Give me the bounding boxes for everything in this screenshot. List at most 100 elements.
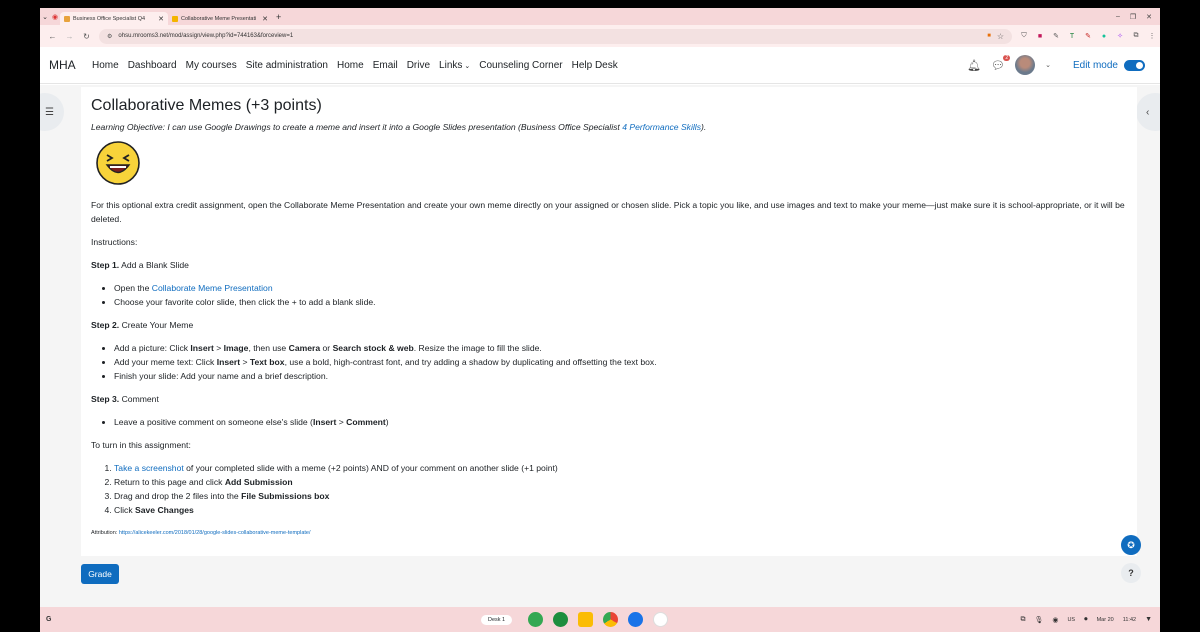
close-tab-icon[interactable]: ✕ [158, 15, 164, 23]
nav-my-courses[interactable]: My courses [186, 60, 237, 71]
turn-in-list: Take a screenshot of your completed slid… [114, 461, 1127, 517]
course-index-toggle[interactable]: ☰ [40, 93, 64, 131]
chrome-app-icon[interactable] [603, 612, 619, 627]
seg: Add a picture: Click [114, 343, 191, 353]
tab-search-icon[interactable]: ⌄ [40, 13, 50, 21]
performance-skills-link[interactable]: 4 Performance Skills [622, 122, 701, 132]
url-text[interactable]: ohsu.mrooms3.net/mod/assign/view.php?id=… [118, 33, 981, 39]
assignment-content: Collaborative Memes (+3 points) Learning… [81, 87, 1137, 556]
play-store-app-icon[interactable] [653, 612, 669, 627]
marker-icon[interactable]: ✎ [1084, 32, 1092, 40]
messages-icon[interactable]: 💬︎ 2 [991, 54, 1011, 72]
user-area: 🔔︎ 💬︎ 2 ⌄ Edit mode [967, 54, 1160, 75]
help-button[interactable]: ? [1121, 563, 1141, 583]
forward-icon[interactable]: → [61, 32, 78, 41]
screen-capture-icon[interactable]: ◉ [1052, 616, 1058, 624]
seg: of your completed slide with a meme (+2 … [183, 463, 558, 473]
tab-business-office[interactable]: Business Office Specialist Q4 ✕ [60, 12, 168, 25]
attribution: Attribution: https://alicekeeler.com/201… [91, 526, 1127, 540]
nav-email[interactable]: Email [373, 60, 398, 71]
avatar[interactable] [1015, 55, 1036, 75]
step-1-item-1-text: Open the [114, 283, 152, 293]
network-icon[interactable]: ⏺ [1084, 616, 1088, 624]
seg-bold: Comment [346, 417, 386, 427]
list-item: Add your meme text: Click Insert > Text … [114, 355, 1127, 369]
nav-site-administration[interactable]: Site administration [246, 60, 328, 71]
desk-switcher[interactable]: Desk 1 [481, 614, 513, 625]
edit-mode-switch[interactable] [1124, 59, 1145, 71]
recording-icon[interactable]: ◉ [50, 13, 60, 21]
nav-links-label: Links [439, 59, 463, 71]
list-item: Choose your favorite color slide, then c… [114, 295, 1127, 309]
step-1-list: Open the Collaborate Meme Presentation C… [114, 281, 1127, 309]
wifi-icon[interactable]: ▼ [1145, 616, 1152, 623]
objective-suffix: ). [701, 122, 707, 132]
phone-app-icon[interactable] [528, 612, 544, 627]
puzzle-icon[interactable]: ⧉ [1132, 32, 1140, 40]
clipboard-icon[interactable]: ⧉ [1020, 616, 1025, 624]
bookmark-star-icon[interactable]: ☆ [997, 32, 1004, 41]
launcher-icon[interactable]: G [46, 616, 56, 623]
site-brand[interactable]: MHA [49, 58, 92, 72]
tab-meme-presentation[interactable]: Collaborative Meme Presentati ✕ [168, 12, 272, 25]
pen-icon[interactable]: ✎ [1052, 32, 1060, 40]
minimize-icon[interactable]: – [1116, 13, 1120, 21]
nav-help-desk[interactable]: Help Desk [572, 60, 618, 71]
close-tab-icon[interactable]: ✕ [262, 15, 268, 23]
nav-links-dropdown[interactable]: Links ⌄ [439, 60, 470, 71]
user-menu-chevron-icon[interactable]: ⌄ [1045, 61, 1051, 69]
date[interactable]: Mar 20 [1097, 617, 1114, 623]
seg-bold: Add Submission [224, 477, 293, 487]
os-shelf: G Desk 1 ⧉ 🎙︎ ◉ US ⏺ Mar 20 11:42 ▼ [40, 607, 1160, 632]
step-1-heading: Step 1. Add a Blank Slide [91, 258, 1127, 272]
attribution-link[interactable]: https://alicekeeler.com/2018/01/28/googl… [119, 530, 311, 536]
list-item: Drag and drop the 2 files into the File … [114, 489, 1127, 503]
site-info-icon[interactable]: ⚙ [107, 33, 112, 40]
seg-bold: File Submissions box [241, 491, 330, 501]
step-1-label: Step 1. [91, 260, 120, 270]
restore-icon[interactable]: ❐ [1130, 13, 1136, 21]
page-title: Collaborative Memes (+3 points) [91, 97, 322, 114]
notifications-bell-icon[interactable]: 🔔︎ [967, 59, 981, 72]
edit-mode-toggle[interactable]: Edit mode [1073, 59, 1145, 71]
grammar-icon[interactable]: ● [1100, 33, 1108, 40]
seg: Click [114, 505, 136, 515]
message-count-badge: 2 [1003, 54, 1011, 61]
files-app-icon[interactable] [628, 612, 644, 627]
text-icon[interactable]: T [1068, 33, 1076, 40]
close-window-icon[interactable]: ✕ [1146, 13, 1152, 21]
classroom-app-icon[interactable] [553, 612, 569, 627]
tab-title: Business Office Specialist Q4 [73, 15, 146, 22]
objective-text: Learning Objective: I can use Google Dra… [91, 122, 623, 132]
block-drawer-toggle[interactable]: ‹ [1136, 93, 1160, 131]
url-field[interactable]: ⚙ ohsu.mrooms3.net/mod/assign/view.php?i… [99, 28, 1012, 44]
keyboard-region[interactable]: US [1067, 617, 1075, 623]
shield-icon[interactable]: ⛉ [1020, 32, 1028, 40]
list-item: Add a picture: Click Insert > Image, the… [114, 341, 1127, 355]
slides-app-icon[interactable] [578, 612, 594, 627]
seg-bold: Search stock & web [332, 343, 414, 353]
take-screenshot-link[interactable]: Take a screenshot [114, 463, 184, 473]
seg: Leave a positive comment on someone else… [114, 417, 313, 427]
time[interactable]: 11:42 [1123, 617, 1136, 623]
microphone-icon[interactable]: 🎙︎ [1034, 616, 1043, 624]
seg-bold: Insert [216, 357, 241, 367]
list-item: Click Save Changes [114, 503, 1127, 517]
accessibility-icon[interactable]: ✪ [1121, 535, 1141, 555]
sparkle-icon[interactable]: ✧ [1116, 32, 1124, 40]
nav-home-2[interactable]: Home [337, 60, 364, 71]
grade-button[interactable]: Grade [81, 564, 119, 584]
list-item: Finish your slide: Add your name and a b… [114, 369, 1127, 383]
new-tab-button[interactable]: + [276, 12, 281, 22]
nav-drive[interactable]: Drive [407, 60, 430, 71]
nav-home[interactable]: Home [92, 60, 119, 71]
nav-dashboard[interactable]: Dashboard [128, 60, 177, 71]
extension-badge-icon[interactable]: ■ [987, 33, 991, 39]
nav-counseling-corner[interactable]: Counseling Corner [479, 60, 562, 71]
collaborate-meme-presentation-link[interactable]: Collaborate Meme Presentation [152, 283, 273, 293]
extension-icon[interactable]: ■ [1036, 33, 1044, 40]
reload-icon[interactable]: ↻ [78, 32, 95, 41]
profile-menu-icon[interactable]: ⋮ [1148, 32, 1156, 40]
address-bar: ← → ↻ ⚙ ohsu.mrooms3.net/mod/assign/view… [40, 25, 1160, 47]
back-icon[interactable]: ← [44, 32, 61, 41]
